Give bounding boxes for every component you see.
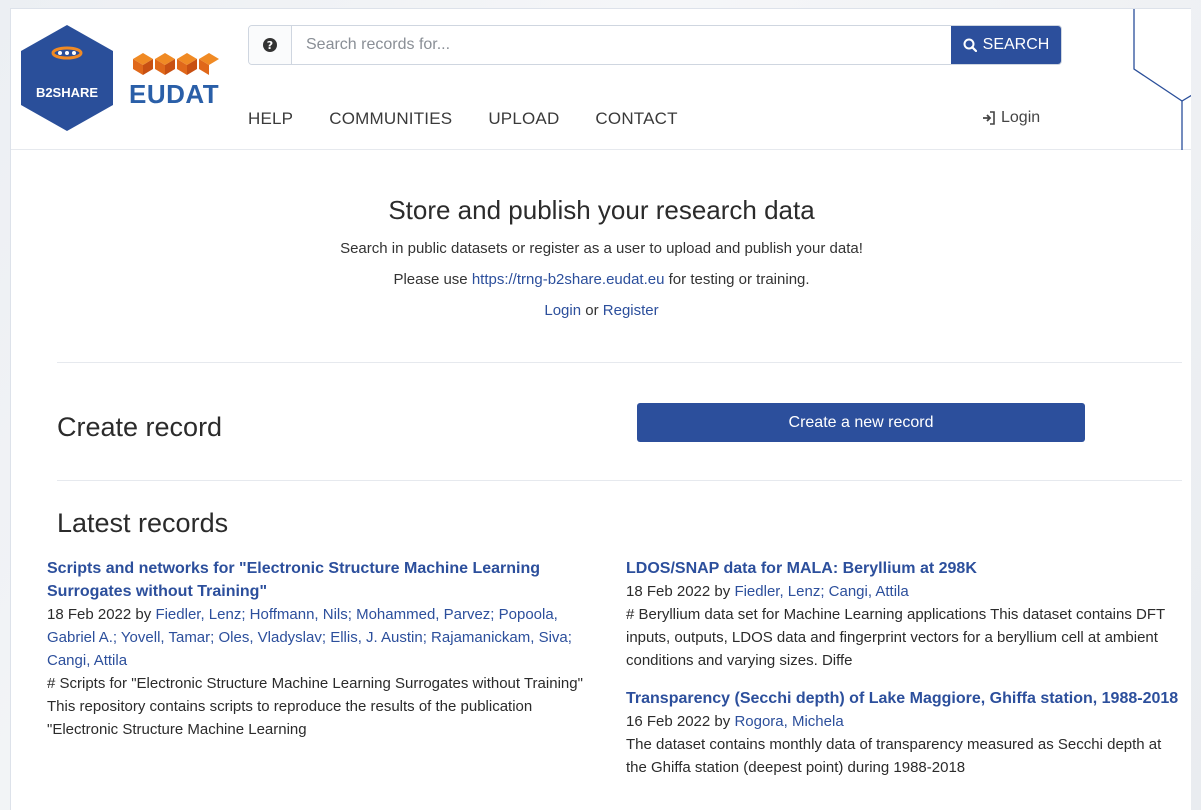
record-title-link[interactable]: LDOS/SNAP data for MALA: Beryllium at 29…	[626, 557, 1176, 580]
record-card: LDOS/SNAP data for MALA: Beryllium at 29…	[626, 557, 1176, 672]
hero-subtitle: Search in public datasets or register as…	[340, 240, 863, 257]
record-meta: 18 Feb 2022 by Fiedler, Lenz; Hoffmann, …	[47, 603, 607, 672]
search-bar: ? SEARCH	[248, 25, 1062, 65]
nav-help[interactable]: HELP	[248, 109, 293, 129]
hero-login-link[interactable]: Login	[544, 302, 581, 319]
create-new-record-button[interactable]: Create a new record	[637, 403, 1085, 442]
record-meta: 18 Feb 2022 by Fiedler, Lenz; Cangi, Att…	[626, 580, 1176, 603]
nav-upload[interactable]: UPLOAD	[488, 109, 559, 129]
login-link[interactable]: Login	[981, 109, 1040, 127]
testing-link[interactable]: https://trng-b2share.eudat.eu	[472, 271, 665, 288]
eudat-logo-text: EUDAT	[129, 79, 220, 109]
divider	[57, 362, 1182, 363]
testing-note-suffix: for testing or training.	[668, 271, 810, 288]
testing-note-prefix: Please use	[393, 271, 468, 288]
hero-title: Store and publish your research data	[388, 195, 815, 225]
sign-in-icon	[983, 111, 995, 125]
record-card: Scripts and networks for "Electronic Str…	[47, 557, 607, 741]
hero-section: Store and publish your research data Sea…	[11, 150, 1191, 319]
record-authors[interactable]: Rogora, Michela	[734, 713, 843, 730]
divider	[57, 480, 1182, 481]
record-by: by	[135, 606, 152, 623]
record-date: 16 Feb 2022	[626, 713, 711, 730]
record-title-link[interactable]: Transparency (Secchi depth) of Lake Magg…	[626, 687, 1181, 710]
b2share-logo[interactable]: B2SHARE	[19, 23, 115, 133]
record-title-link[interactable]: Scripts and networks for "Electronic Str…	[47, 557, 607, 603]
nav-contact[interactable]: CONTACT	[595, 109, 677, 129]
register-link[interactable]: Register	[603, 302, 659, 319]
record-authors[interactable]: Fiedler, Lenz; Cangi, Attila	[734, 583, 908, 600]
main-nav: HELP COMMUNITIES UPLOAD CONTACT	[248, 109, 714, 129]
search-button[interactable]: SEARCH	[951, 26, 1061, 64]
record-card: Transparency (Secchi depth) of Lake Magg…	[626, 687, 1181, 779]
record-meta: 16 Feb 2022 by Rogora, Michela	[626, 710, 1181, 733]
page: B2SHARE EUDAT ? Search records for... SE…	[10, 8, 1191, 810]
search-button-label: SEARCH	[982, 36, 1050, 53]
search-icon	[963, 38, 977, 52]
latest-records-title: Latest records	[57, 508, 229, 538]
record-description: The dataset contains monthly data of tra…	[626, 736, 1162, 776]
record-description: # Beryllium data set for Machine Learnin…	[626, 606, 1165, 669]
search-help-button[interactable]: ?	[249, 26, 292, 64]
login-label: Login	[1001, 109, 1041, 126]
or-text: or	[585, 302, 599, 319]
testing-note: Please use https://trng-b2share.eudat.eu…	[11, 271, 1191, 288]
header: B2SHARE EUDAT ? Search records for... SE…	[11, 9, 1191, 150]
record-description: # Scripts for "Electronic Structure Mach…	[47, 675, 583, 738]
create-record-title: Create record	[57, 412, 223, 442]
record-date: 18 Feb 2022	[47, 606, 132, 623]
decorative-hex-corner	[1133, 9, 1191, 150]
question-circle-icon: ?	[263, 38, 277, 52]
auth-links: Login or Register	[11, 302, 1191, 319]
record-by: by	[714, 713, 731, 730]
nav-communities[interactable]: COMMUNITIES	[329, 109, 452, 129]
record-by: by	[714, 583, 731, 600]
record-date: 18 Feb 2022	[626, 583, 711, 600]
b2share-logo-text: B2SHARE	[36, 85, 98, 100]
search-input[interactable]	[292, 26, 951, 64]
